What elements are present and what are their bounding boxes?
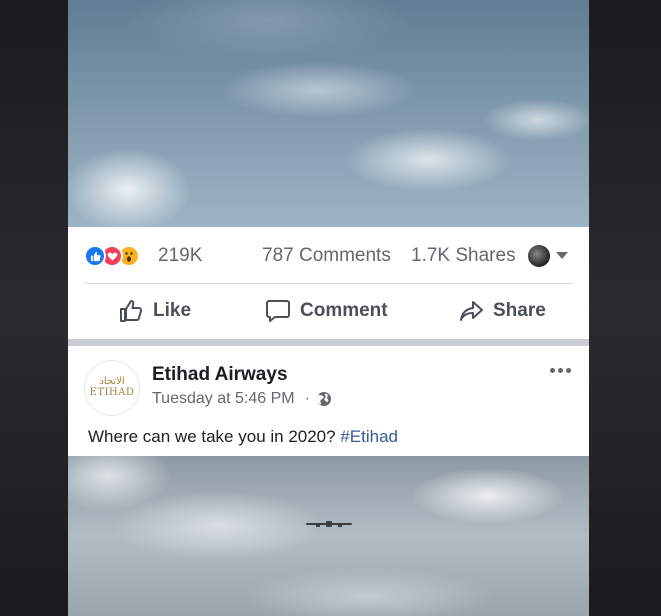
meta-separator: ·: [304, 390, 310, 407]
reactions-summary[interactable]: [84, 245, 144, 267]
post-media-video[interactable]: [68, 456, 589, 616]
caption-hashtag[interactable]: #Etihad: [340, 427, 398, 446]
airplane-icon: [306, 521, 352, 527]
logo-arabic-text: الاتحاد: [99, 376, 125, 387]
feed-separator: [68, 339, 589, 346]
background-right: [589, 0, 661, 616]
caption-text: Where can we take you in 2020?: [88, 427, 336, 446]
post-caption: Where can we take you in 2020? #Etihad: [88, 427, 398, 447]
comments-count[interactable]: 787 Comments: [262, 245, 391, 267]
page-name[interactable]: Etihad Airways: [152, 364, 288, 386]
share-button[interactable]: Share: [458, 298, 546, 324]
etihad-logo-avatar[interactable]: الاتحاد ETIHAD: [84, 360, 140, 416]
post-stats-row: 219K 787 Comments 1.7K Shares: [68, 227, 589, 283]
post-timestamp[interactable]: Tuesday at 5:46 PM: [152, 390, 295, 408]
post-actions-row: Like Comment Share: [68, 284, 589, 339]
post-meta: Tuesday at 5:46 PM ·: [152, 390, 332, 408]
like-button[interactable]: Like: [118, 298, 191, 324]
viewer-avatar[interactable]: [528, 245, 550, 267]
thumbs-up-icon: [120, 300, 143, 322]
like-label: Like: [153, 300, 192, 321]
comment-button[interactable]: Comment: [265, 298, 388, 324]
globe-icon: [316, 392, 331, 406]
post-header: الاتحاد ETIHAD Etihad Airways Tuesday at…: [68, 346, 589, 416]
shares-count[interactable]: 1.7K Shares: [411, 245, 516, 267]
reactions-count[interactable]: 219K: [158, 245, 202, 267]
like-reaction-icon: [84, 245, 106, 267]
more-options-icon[interactable]: [550, 368, 571, 373]
comment-icon: [266, 300, 290, 322]
feed-card: 219K 787 Comments 1.7K Shares Like Comme…: [68, 0, 589, 616]
comment-label: Comment: [300, 300, 388, 321]
previous-post-media[interactable]: [68, 0, 589, 227]
logo-text: ETIHAD: [89, 387, 135, 398]
share-label: Share: [493, 300, 546, 321]
background-left: [0, 0, 68, 616]
chevron-down-icon[interactable]: [556, 252, 568, 259]
share-icon: [460, 301, 483, 321]
